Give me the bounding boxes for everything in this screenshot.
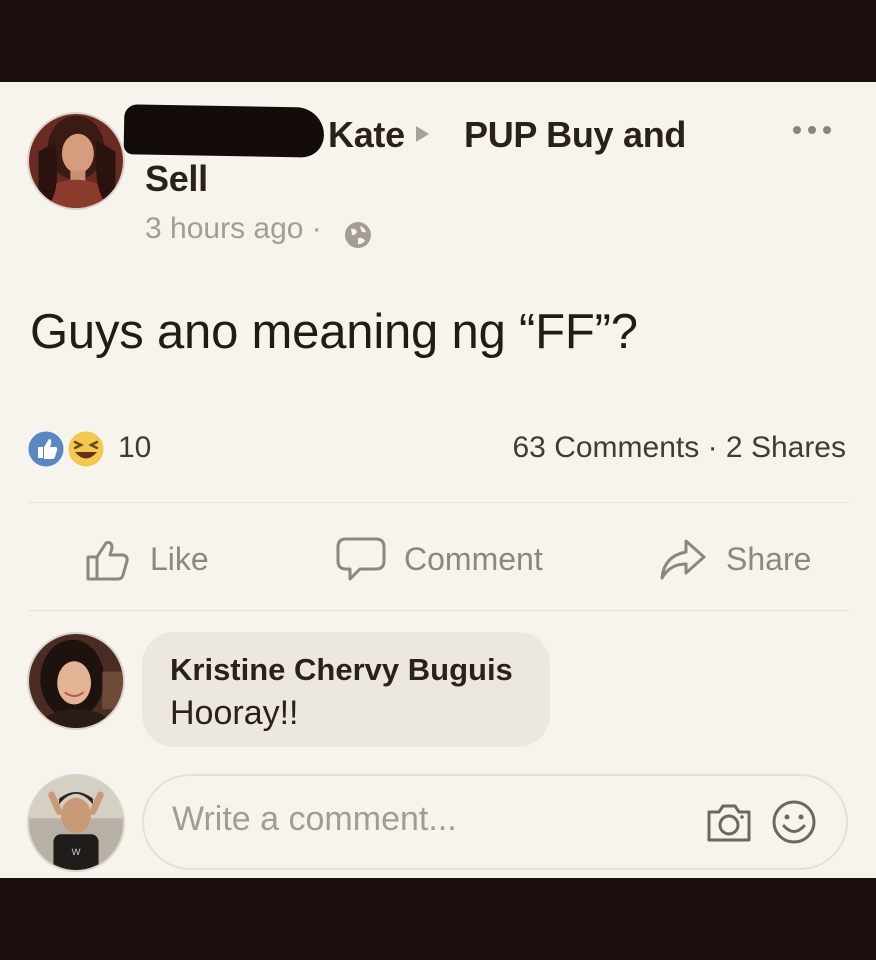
like-reaction-icon — [26, 428, 67, 470]
group-name-continued[interactable]: Sell — [145, 156, 208, 202]
reaction-count[interactable]: 10 — [118, 431, 151, 465]
post-text: Guys ano meaning ng “FF”? — [30, 305, 638, 359]
shared-to-arrow-icon — [416, 126, 429, 142]
stats-separator: · — [707, 431, 718, 464]
share-label: Share — [726, 540, 812, 577]
share-arrow-icon — [660, 539, 706, 580]
reaction-icons[interactable] — [26, 427, 116, 471]
divider-bottom — [28, 610, 850, 611]
current-user-avatar: W — [27, 774, 125, 872]
author-name[interactable]: Kate — [328, 112, 405, 158]
redacted-name — [123, 104, 325, 158]
comments-count[interactable]: 63 Comments — [512, 431, 699, 464]
comment-bubble: Kristine Chervy Buguis Hooray!! — [142, 632, 550, 747]
post-timestamp[interactable]: 3 hours ago — [145, 212, 303, 245]
globe-icon — [345, 222, 371, 248]
comment-label: Comment — [404, 540, 543, 577]
like-button[interactable]: Like — [84, 534, 209, 584]
like-label: Like — [150, 540, 209, 577]
emoji-icon[interactable] — [770, 798, 818, 846]
group-name[interactable]: PUP Buy and — [464, 112, 686, 158]
comment-bubble-icon — [336, 537, 386, 581]
author-avatar[interactable] — [27, 112, 125, 210]
comment-placeholder[interactable]: Write a comment... — [172, 800, 457, 839]
share-button[interactable]: Share — [658, 534, 811, 584]
post-stats: 63 Comments · 2 Shares — [512, 431, 846, 465]
commenter-name[interactable]: Kristine Chervy Buguis — [170, 652, 513, 688]
commenter-avatar[interactable] — [27, 632, 125, 730]
shares-count[interactable]: 2 Shares — [726, 431, 846, 464]
thumbs-up-icon — [86, 541, 129, 581]
meta-separator: · — [311, 212, 322, 245]
more-options-icon[interactable] — [793, 124, 835, 136]
post-card: Kate PUP Buy and Sell 3 hours ago · Guys… — [0, 82, 876, 878]
haha-reaction-icon — [65, 428, 107, 470]
divider-top — [28, 502, 850, 503]
svg-text:W: W — [72, 846, 81, 857]
comment-text: Hooray!! — [170, 694, 299, 732]
camera-icon[interactable] — [705, 800, 753, 844]
post-meta: 3 hours ago · — [145, 212, 322, 246]
comment-composer[interactable]: Write a comment... — [142, 774, 848, 870]
comment-button[interactable]: Comment — [336, 534, 543, 584]
